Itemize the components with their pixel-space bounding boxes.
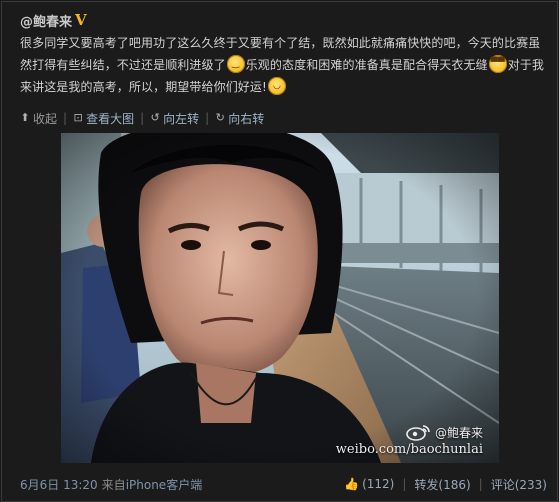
like-count: (112) [362, 477, 395, 491]
watermark-name: @鲍春来 [434, 425, 483, 440]
divider: | [63, 111, 68, 125]
train-station-selfie-image [61, 133, 499, 463]
post-text: 很多同学又要高考了吧用功了这么久终于又要有个了结，既然如此就痛痛快快的吧，今天的… [20, 32, 550, 98]
post-text-part-2: 乐观的态度和困难的准备真是配合得天衣无缝 [245, 58, 488, 72]
post-author: @鲍春来 V [20, 10, 87, 30]
collapse-button[interactable]: ⬆ 收起 [20, 110, 57, 127]
rotate-right-icon: ↻ [215, 111, 225, 124]
post-photo[interactable]: @鲍春来 weibo.com/baochunlai [61, 133, 499, 463]
repost-button[interactable]: 转发(186) [414, 476, 470, 493]
divider: | [205, 111, 210, 125]
arrow-up-icon: ⬆ [20, 111, 30, 124]
image-actions: ⬆ 收起 | ⊡ 查看大图 | ↺ 向左转 | ↻ 向右转 [20, 109, 264, 127]
collapse-label: 收起 [33, 111, 58, 126]
verified-badge-icon: V [75, 10, 87, 29]
divider: | [478, 477, 483, 491]
rotate-right-button[interactable]: ↻ 向右转 [215, 110, 265, 127]
author-name[interactable]: @鲍春来 [20, 11, 72, 30]
like-button[interactable]: 👍 (112) [344, 477, 394, 491]
neutral-face-emoji-icon: ‿ [226, 55, 245, 73]
divider: | [140, 111, 145, 125]
view-large-button[interactable]: ⊡ 查看大图 [73, 110, 134, 127]
watermark-url: weibo.com/baochunlai [335, 442, 483, 457]
rotate-right-label: 向右转 [228, 111, 265, 126]
divider: | [402, 477, 407, 491]
rotate-left-label: 向左转 [163, 111, 200, 126]
thumbs-up-icon: 👍 [344, 477, 360, 491]
rotate-left-icon: ↺ [150, 111, 160, 124]
weibo-post-card: @鲍春来 V 很多同学又要高考了吧用功了这么久终于又要有个了结，既然如此就痛痛快… [1, 1, 558, 502]
post-timestamp[interactable]: 6月6日 13:20 [20, 476, 98, 493]
magnify-icon: ⊡ [73, 111, 83, 124]
post-footer: 6月6日 13:20 来自 iPhone客户端 👍 (112) | 转发(186… [20, 474, 547, 494]
rotate-left-button[interactable]: ↺ 向左转 [150, 110, 200, 127]
weibo-logo-icon [406, 425, 430, 441]
post-source-link[interactable]: iPhone客户端 [126, 476, 203, 493]
source-prefix: 来自 [101, 477, 126, 492]
view-large-label: 查看大图 [86, 111, 135, 126]
laugh-emoji-icon: ◡ [267, 77, 286, 95]
photo-watermark: @鲍春来 weibo.com/baochunlai [336, 423, 483, 457]
grin-emoji-icon: ▀▀ [488, 55, 507, 73]
comment-button[interactable]: 评论(233) [491, 476, 547, 493]
